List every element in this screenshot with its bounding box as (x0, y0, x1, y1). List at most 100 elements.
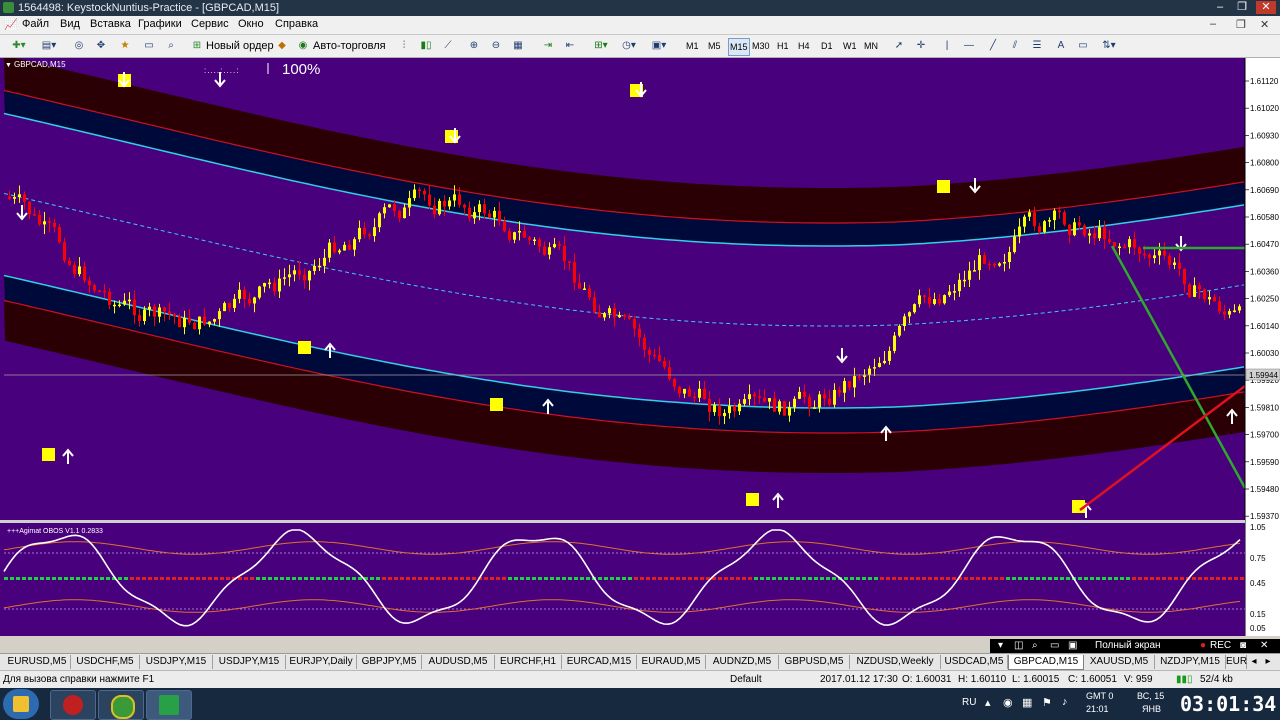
menu-window[interactable]: Окно (238, 18, 264, 30)
indicator-window[interactable] (4, 523, 1245, 629)
timeframe-mn[interactable]: MN (864, 38, 878, 54)
zoom-icon[interactable]: ⌕ (1032, 639, 1038, 653)
symbol-tab[interactable]: EURCAD,M15 (562, 655, 637, 669)
tray-volume-icon[interactable]: ♪ (1062, 696, 1068, 708)
timeframe-m1[interactable]: M1 (686, 38, 699, 54)
vertical-line-icon[interactable]: | (940, 38, 954, 54)
menu-close-icon[interactable]: ✕ (1260, 18, 1269, 31)
menu-restore-icon[interactable]: ❐ (1236, 18, 1246, 31)
chart-window[interactable]: 1.61120 1.61020 1.60930 1.60800 1.60690 1.605… (0, 55, 1280, 647)
symbol-tab[interactable]: USDCAD,M5 (941, 655, 1008, 669)
menu-chart-icon[interactable]: 📈 (4, 18, 18, 31)
symbol-tab[interactable]: EURUSD,M5 (4, 655, 71, 669)
timeframe-h4[interactable]: H4 (798, 38, 810, 54)
camera-icon[interactable]: ◙ (1240, 639, 1246, 653)
timeframe-h1[interactable]: H1 (777, 38, 789, 54)
timeframe-d1[interactable]: D1 (821, 38, 833, 54)
new-order-icon[interactable]: ⊞ (190, 38, 204, 54)
symbol-tab[interactable]: EUR (1226, 655, 1247, 669)
zoom-out-icon[interactable]: ⊖ (488, 38, 504, 54)
subwindow-separator[interactable] (0, 520, 1245, 523)
symbol-tab[interactable]: NZDJPY,M15 (1155, 655, 1226, 669)
mute-icon[interactable]: ◫ (1014, 639, 1023, 653)
chart-collapse-icon[interactable]: ▼ (5, 62, 12, 69)
start-button-icon[interactable] (3, 689, 39, 719)
tab-scroll-right-icon[interactable]: ▸ (1262, 655, 1274, 669)
taskbar-media-icon[interactable] (50, 690, 96, 720)
symbol-tab[interactable]: XAUUSD,M5 (1084, 655, 1155, 669)
arrows-icon[interactable]: ⇅▾ (1098, 38, 1120, 54)
menu-charts[interactable]: Графики (138, 18, 182, 30)
symbol-tab[interactable]: USDJPY,M15 (213, 655, 286, 669)
timeframe-m15[interactable]: M15 (728, 38, 750, 56)
tray-language[interactable]: RU (962, 697, 976, 708)
record-window-icon[interactable]: ▣ (1068, 639, 1077, 653)
close-panel-icon[interactable]: ✕ (1260, 639, 1268, 653)
tile-windows-icon[interactable]: ▦ (510, 38, 526, 54)
profiles-icon[interactable]: ▤▾ (36, 38, 62, 54)
tray-app-icon[interactable]: ◉ (1003, 696, 1013, 709)
auto-trading-button[interactable]: Авто-торговля (313, 38, 386, 54)
rec-button[interactable]: REC (1210, 639, 1231, 653)
text-icon[interactable]: A (1054, 38, 1068, 54)
candlestick-icon[interactable]: ▮▯ (418, 38, 434, 54)
menu-minimize-icon[interactable]: – (1210, 18, 1216, 30)
timeframe-m5[interactable]: M5 (708, 38, 721, 54)
tab-scroll-left-icon[interactable]: ◂ (1248, 655, 1260, 669)
dropdown-icon[interactable]: ▾ (998, 639, 1003, 653)
tray-flag-icon[interactable]: ⚑ (1042, 696, 1052, 709)
channel-icon[interactable]: ⫽ (1008, 38, 1022, 54)
symbol-tab[interactable]: AUDUSD,M5 (422, 655, 495, 669)
tray-arrow-icon[interactable]: ▴ (985, 696, 991, 709)
timeframe-m30[interactable]: M30 (752, 38, 770, 54)
terminal-icon[interactable]: ▭ (140, 38, 158, 54)
symbol-tab[interactable]: GBPJPY,M5 (357, 655, 422, 669)
autoscroll-icon[interactable]: ⇥ (540, 38, 556, 54)
window-icon[interactable]: ▭ (1050, 639, 1059, 653)
bar-chart-icon[interactable]: ⫶ (396, 38, 412, 54)
symbol-tab[interactable]: USDJPY,M15 (140, 655, 213, 669)
taskbar-chrome-icon[interactable] (98, 690, 144, 720)
symbol-tab[interactable]: EURAUD,M5 (637, 655, 706, 669)
symbol-tab[interactable]: NZDUSD,Weekly (850, 655, 941, 669)
auto-trading-icon[interactable]: ◉ (296, 38, 310, 54)
navigator-icon[interactable]: ★ (116, 38, 134, 54)
strategy-tester-icon[interactable]: ⌕ (162, 38, 180, 54)
menu-tools[interactable]: Сервис (191, 18, 229, 30)
line-chart-icon[interactable]: ⟋ (440, 38, 456, 54)
periods-icon[interactable]: ◷▾ (618, 38, 640, 54)
fullscreen-button[interactable]: Полный экран (1095, 639, 1161, 653)
symbol-tab[interactable]: USDCHF,M5 (71, 655, 140, 669)
restore-icon[interactable]: ❐ (1232, 1, 1252, 14)
taskbar-metatrader-icon[interactable] (146, 690, 192, 720)
tray-network-icon[interactable]: ▦ (1022, 696, 1032, 709)
templates-icon[interactable]: ▣▾ (648, 38, 670, 54)
menu-file[interactable]: Файл (22, 18, 49, 30)
chart-shift-icon[interactable]: ⇤ (562, 38, 578, 54)
symbol-tab[interactable]: AUDNZD,M5 (706, 655, 779, 669)
trendline-icon[interactable]: ╱ (986, 38, 1000, 54)
meta-editor-icon[interactable]: ◆ (274, 38, 290, 54)
menu-help[interactable]: Справка (275, 18, 318, 30)
indicators-icon[interactable]: ⊞▾ (590, 38, 612, 54)
zoom-in-icon[interactable]: ⊕ (466, 38, 482, 54)
symbol-tab[interactable]: EURCHF,H1 (495, 655, 562, 669)
close-icon[interactable]: ✕ (1256, 1, 1276, 14)
crosshair-icon[interactable]: ✛ (914, 38, 928, 54)
chart-canvas[interactable]: 1.61120 1.61020 1.60930 1.60800 1.60690 1.605… (0, 55, 1280, 647)
cursor-icon[interactable]: ➚ (892, 38, 906, 54)
menu-view[interactable]: Вид (60, 18, 80, 30)
symbol-tab-active[interactable]: GBPCAD,M15 (1008, 655, 1084, 670)
market-watch-icon[interactable]: ◎ (70, 38, 88, 54)
menu-insert[interactable]: Вставка (90, 18, 131, 30)
horizontal-line-icon[interactable]: — (962, 38, 976, 54)
symbol-tab[interactable]: GBPUSD,M5 (779, 655, 850, 669)
label-icon[interactable]: ▭ (1076, 38, 1090, 54)
timeframe-w1[interactable]: W1 (843, 38, 857, 54)
fibonacci-icon[interactable]: ☰ (1030, 38, 1044, 54)
minimize-icon[interactable]: – (1210, 1, 1230, 14)
new-chart-icon[interactable]: ✚▾ (6, 38, 32, 54)
symbol-tab[interactable]: EURJPY,Daily (286, 655, 357, 669)
new-order-button[interactable]: Новый ордер (206, 38, 274, 54)
data-window-icon[interactable]: ✥ (92, 38, 110, 54)
